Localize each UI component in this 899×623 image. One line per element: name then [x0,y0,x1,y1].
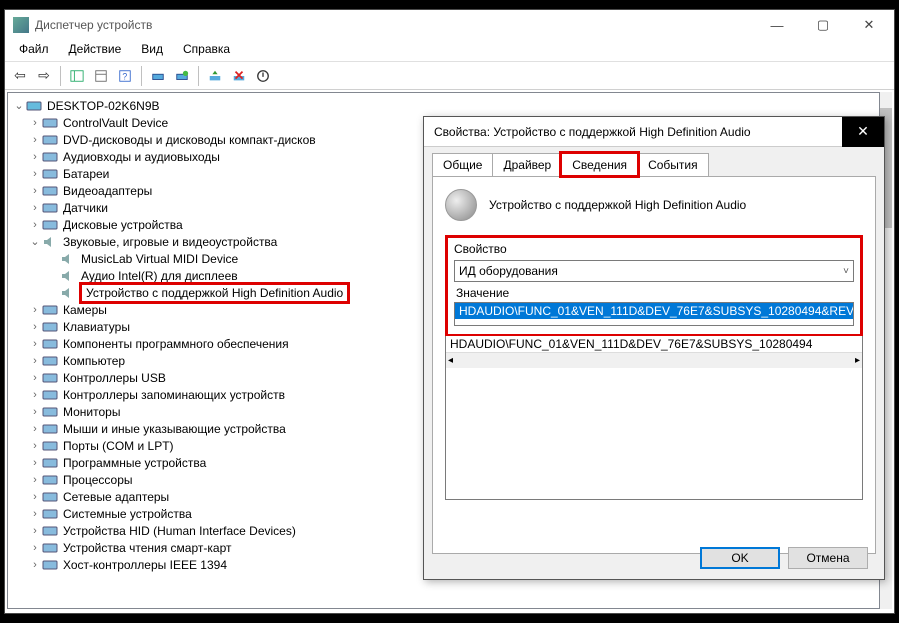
device-icon [42,337,58,351]
menu-file[interactable]: Файл [9,40,59,61]
ok-button[interactable]: OK [700,547,780,569]
device-icon [42,456,58,470]
scan-hardware-button[interactable] [147,65,169,87]
tree-root[interactable]: DESKTOP-02K6N9B [10,97,877,114]
maximize-button[interactable]: ▢ [800,10,846,40]
update-driver-button[interactable] [204,65,226,87]
titlebar: Диспетчер устройств — ▢ ✕ [5,10,894,40]
tab-details[interactable]: Сведения [561,153,638,176]
device-icon [42,167,58,181]
device-icon [42,422,58,436]
svg-text:?: ? [122,71,127,81]
device-icon [42,218,58,232]
show-hide-tree-button[interactable] [66,65,88,87]
device-icon [42,490,58,504]
window-title: Диспетчер устройств [35,18,754,32]
device-icon [42,116,58,130]
speaker-icon [60,286,76,300]
toolbar: ⇦ ⇨ ? [5,62,894,90]
device-icon [42,320,58,334]
dialog-title: Свойства: Устройство с поддержкой High D… [434,125,842,139]
tab-driver[interactable]: Драйвер [492,153,562,176]
property-label: Свойство [454,242,854,256]
property-group-highlight: Свойство ИД оборудования ˅ Значение HDAU… [445,235,863,337]
device-icon [42,541,58,555]
property-dropdown[interactable]: ИД оборудования ˅ [454,260,854,282]
device-icon [42,388,58,402]
speaker-icon [445,189,477,221]
device-icon [42,184,58,198]
properties-button[interactable] [90,65,112,87]
tab-general[interactable]: Общие [432,153,493,176]
device-icon [42,150,58,164]
close-button[interactable]: ✕ [846,10,892,40]
dialog-body: Устройство с поддержкой High Definition … [432,176,876,554]
speaker-icon [42,235,58,249]
device-icon [42,405,58,419]
device-icon [42,439,58,453]
value-listbox-rest[interactable]: HDAUDIO\FUNC_01&VEN_111D&DEV_76E7&SUBSYS… [445,336,863,500]
help-button[interactable]: ? [114,65,136,87]
tab-events[interactable]: События [637,153,709,176]
menu-view[interactable]: Вид [131,40,173,61]
value-listbox[interactable]: HDAUDIO\FUNC_01&VEN_111D&DEV_76E7&SUBSYS… [454,302,854,326]
minimize-button[interactable]: — [754,10,800,40]
device-icon [42,371,58,385]
speaker-icon [60,269,76,283]
horizontal-scrollbar[interactable]: ◂▸ [446,352,862,368]
device-icon [42,558,58,572]
speaker-icon [60,252,76,266]
device-icon [42,524,58,538]
app-icon [13,17,29,33]
chevron-down-icon: ˅ [843,266,849,277]
value-label: Значение [456,286,854,300]
device-icon [42,201,58,215]
menu-help[interactable]: Справка [173,40,240,61]
back-button[interactable]: ⇦ [9,65,31,87]
menubar: Файл Действие Вид Справка [5,40,894,62]
dialog-tabs: Общие Драйвер Сведения События [424,147,884,176]
forward-button[interactable]: ⇨ [33,65,55,87]
property-selected: ИД оборудования [459,264,558,278]
device-name-label: Устройство с поддержкой High Definition … [489,198,746,212]
device-icon [42,354,58,368]
add-hardware-button[interactable] [171,65,193,87]
device-manager-window: Диспетчер устройств — ▢ ✕ Файл Действие … [4,9,895,614]
device-icon [42,507,58,521]
cancel-button[interactable]: Отмена [788,547,868,569]
uninstall-button[interactable] [228,65,250,87]
device-icon [42,473,58,487]
value-item[interactable]: HDAUDIO\FUNC_01&VEN_111D&DEV_76E7&SUBSYS… [455,303,853,319]
menu-action[interactable]: Действие [59,40,132,61]
dialog-close-button[interactable]: ✕ [842,117,884,147]
device-icon [26,99,42,113]
device-icon [42,133,58,147]
device-icon [42,303,58,317]
value-item[interactable]: HDAUDIO\FUNC_01&VEN_111D&DEV_76E7&SUBSYS… [446,336,862,352]
properties-dialog: Свойства: Устройство с поддержкой High D… [423,116,885,580]
disable-button[interactable] [252,65,274,87]
dialog-titlebar: Свойства: Устройство с поддержкой High D… [424,117,884,147]
